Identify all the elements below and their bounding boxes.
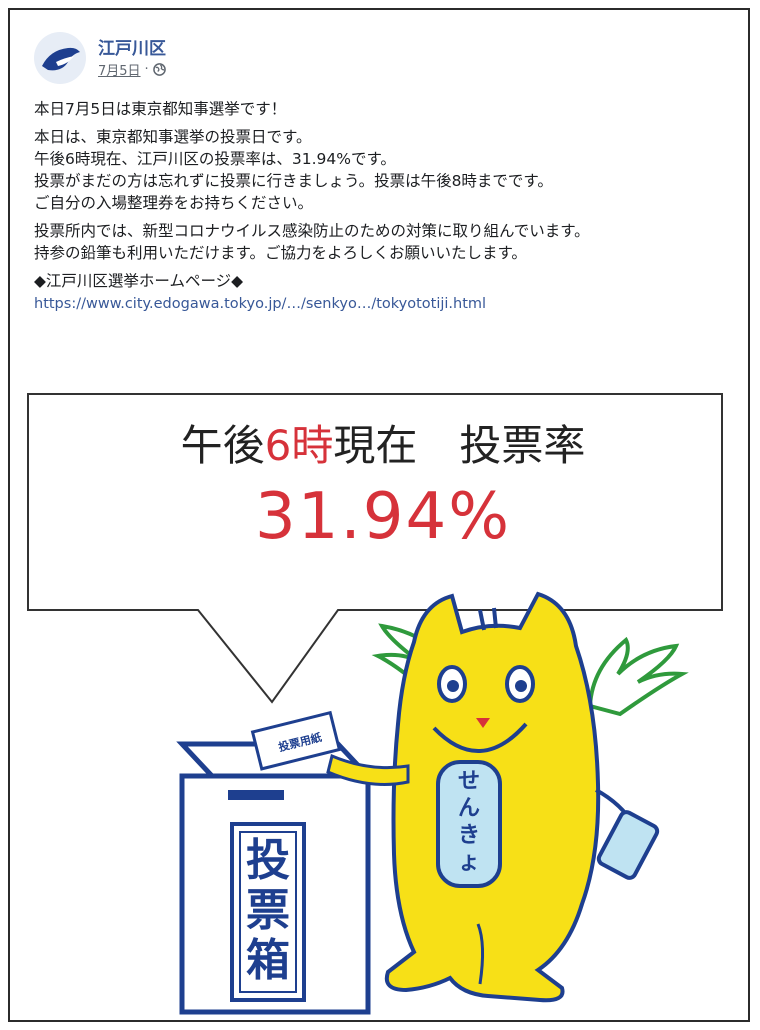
page-avatar[interactable] [34,32,86,84]
post-image[interactable]: 午後6時現在 投票率 31.94% 投票用紙 投票箱 せんきょ [10,384,748,1020]
headline-time: 6時 [264,421,334,470]
globe-icon[interactable] [152,63,166,76]
bubble-headline: 午後6時現在 投票率 [38,412,728,473]
post-line: 投票所内では、新型コロナウイルス感染防止のための対策に取り組んでいます。 [34,222,590,240]
post-line: 午後6時現在、江戸川区の投票率は、31.94%です。 [34,150,396,168]
turnout-rate: 31.94% [254,480,512,554]
post-paragraph: 本日7月5日は東京都知事選挙です！ [34,100,287,118]
election-homepage-link[interactable]: https://www.city.edogawa.tokyo.jp/…/senk… [34,296,486,312]
post-line: 持参の鉛筆も利用いただけます。ご協力をよろしくお願いいたします。 [34,244,527,262]
post-paragraph: 投票所内では、新型コロナウイルス感染防止のための対策に取り組んでいます。 持参の… [34,220,734,264]
post-body: 本日7月5日は東京都知事選挙です！ 本日は、東京都知事選挙の投票日です。 午後6… [34,98,734,317]
homepage-heading: ◆江戸川区選挙ホームページ◆ [34,272,244,290]
headline-post: 現在 投票率 [333,421,586,470]
ballot-box-label: 投票箱 [246,835,290,986]
post-line: 投票がまだの方は忘れずに投票に行きましょう。投票は午後8時までです。 [34,172,553,190]
post-date-link[interactable]: 7月5日 [98,60,141,79]
post-paragraph: ◆江戸川区選挙ホームページ◆ https://www.city.edogawa.… [34,270,734,315]
bird-logo-icon [42,47,80,71]
page-name-link[interactable]: 江戸川区 [98,34,166,59]
post-line: 本日は、東京都知事選挙の投票日です。 [34,128,312,146]
post-line: ご自分の入場整理券をお持ちください。 [34,194,314,212]
post-paragraph: 本日は、東京都知事選挙の投票日です。 午後6時現在、江戸川区の投票率は、31.9… [34,126,734,214]
meta-separator: · [144,62,149,77]
headline-pre: 午後 [180,421,265,470]
mascot-tag-label: せんきょ [457,769,480,875]
post-card: 江戸川区 7月5日 · 本日7月5日は東京都知事選挙です！ 本日は、東京都知事選… [8,8,750,1022]
post-meta: 7月5日 · [98,60,166,79]
